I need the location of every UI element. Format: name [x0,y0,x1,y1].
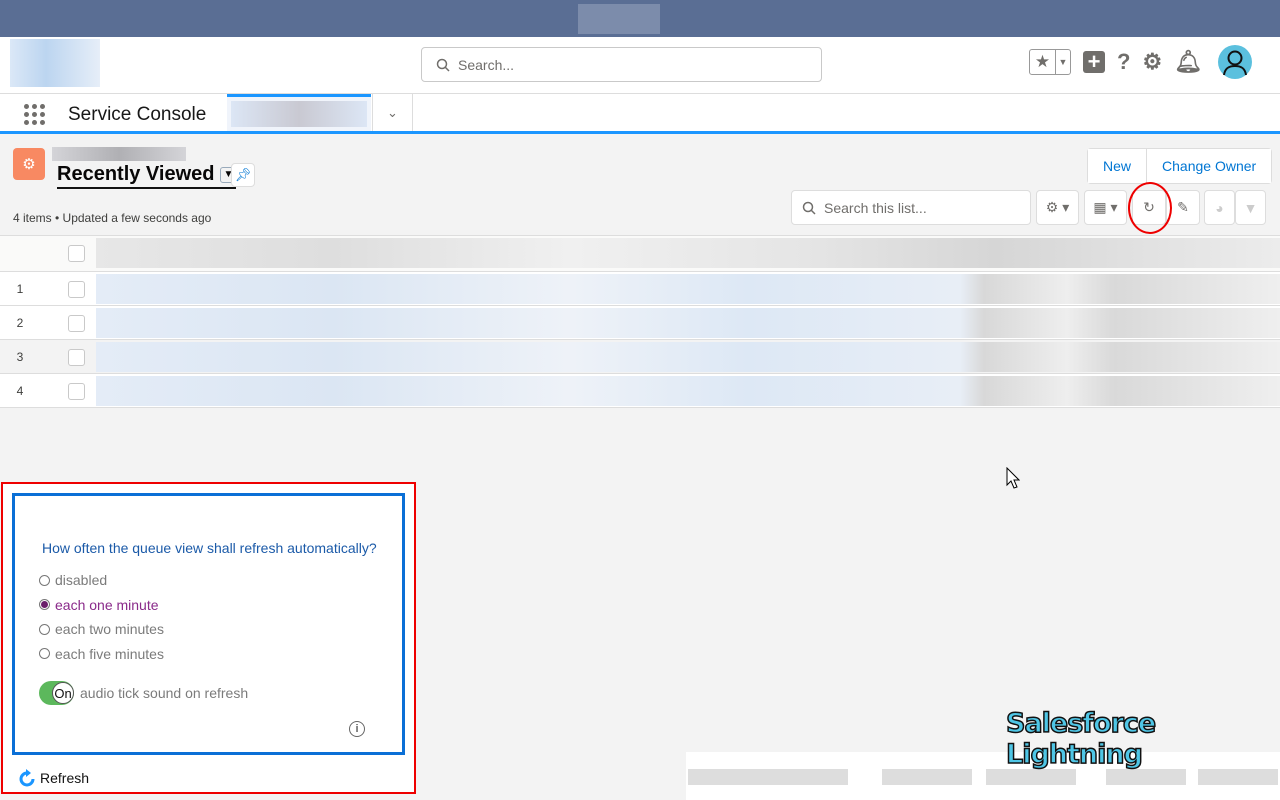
change-owner-button[interactable]: Change Owner [1146,149,1272,183]
nav-menu-chevron-down-icon[interactable]: ⌄ [372,94,413,131]
row-number: 4 [16,384,24,398]
star-icon: ★ [1030,50,1056,74]
row-checkbox[interactable] [68,281,85,298]
redacted-row-data [96,376,1280,406]
search-placeholder: Search... [458,56,515,73]
browser-top-band [0,0,1280,37]
display-as-table-icon[interactable]: ▦ ▾ [1084,190,1127,225]
table-row[interactable]: 1 [0,272,1280,306]
toggle-state: On [52,682,74,704]
org-logo[interactable] [10,39,100,87]
audio-tick-toggle[interactable]: On audio tick sound on refresh [39,681,248,705]
select-all-checkbox[interactable] [68,245,85,262]
row-number: 3 [16,350,24,364]
chevron-down-icon[interactable]: ▼ [1056,50,1070,74]
pin-icon[interactable]: 📌︎ [231,163,255,187]
user-icon [1223,50,1248,76]
chart-icon[interactable]: ◕ [1204,190,1235,225]
radio-each-two-minutes[interactable]: each two minutes [39,617,164,642]
toggle-switch[interactable]: On [39,681,74,705]
auto-refresh-settings: How often the queue view shall refresh a… [12,493,405,755]
radio-icon[interactable] [39,623,50,635]
redacted-tab-label [231,101,367,127]
table-row[interactable]: 2 [0,306,1280,340]
row-checkbox[interactable] [68,349,85,366]
redacted-row-data [96,308,1280,338]
table-row[interactable]: 3 [0,340,1280,374]
refresh-label: Refresh [40,770,90,786]
radio-each-five-minutes[interactable]: each five minutes [39,642,164,667]
favorites-button[interactable]: ★ ▼ [1029,49,1071,75]
new-button[interactable]: New [1088,149,1147,183]
avatar[interactable] [1218,45,1253,79]
refresh-utility-button[interactable]: Refresh [19,769,89,787]
row-number: 1 [16,282,24,296]
list-settings-gear-icon[interactable]: ⚙ ▾ [1036,190,1079,225]
global-header: Search... ★ ▼ + ? ⚙ 🔔︎ [0,37,1280,94]
list-view-header: ⚙ Recently Viewed ▼ 📌︎ 4 items • Updated … [0,137,1280,236]
list-table: 1 2 3 4 [0,236,1280,408]
row-checkbox[interactable] [68,383,85,400]
global-actions-plus-icon[interactable]: + [1083,51,1105,73]
app-launcher-icon[interactable] [24,104,45,125]
search-icon [802,201,816,215]
redacted-row-data [96,274,1280,304]
list-view-selector[interactable]: Recently Viewed ▼ [57,163,237,189]
info-icon[interactable]: i [349,721,365,737]
filter-icon[interactable]: ▼ [1235,190,1266,225]
redacted-row-data [96,342,1280,372]
radio-each-one-minute[interactable]: each one minute [39,593,164,618]
refresh-icon [19,769,35,787]
radio-icon[interactable] [39,574,50,586]
workspace-tab[interactable] [227,94,371,131]
refresh-interval-options: disabled each one minute each two minute… [39,568,164,666]
app-name: Service Console [68,104,207,125]
option-label: each two minutes [55,621,164,638]
list-search-placeholder: Search this list... [824,199,927,216]
gear-icon[interactable]: ⚙ [1142,49,1162,75]
radio-disabled[interactable]: disabled [39,568,164,593]
option-label: each one minute [55,596,159,613]
list-view-title: Recently Viewed [57,163,215,185]
list-meta: 4 items • Updated a few seconds ago [13,211,212,225]
table-row[interactable]: 4 [0,374,1280,408]
bell-icon[interactable]: 🔔︎ [1174,49,1202,75]
refresh-highlight-circle [1128,182,1172,234]
radio-icon[interactable] [39,648,50,660]
redacted-column-headers [96,238,1280,268]
app-nav-bar: Service Console ⌄ [0,94,1280,134]
toggle-label: audio tick sound on refresh [80,685,249,701]
row-number: 2 [16,316,24,330]
redacted-object-name [52,147,186,161]
radio-checked-icon[interactable] [39,599,50,611]
list-search-input[interactable]: Search this list... [791,190,1031,225]
auto-refresh-panel-highlight: How often the queue view shall refresh a… [1,482,416,794]
refresh-question: How often the queue view shall refresh a… [42,540,377,556]
table-header-row [0,236,1280,272]
brand-watermark: Salesforce Lightning [1005,707,1157,771]
search-icon [436,58,450,72]
redacted-area [578,4,660,34]
row-checkbox[interactable] [68,315,85,332]
list-actions: New Change Owner [1087,148,1273,184]
global-search-input[interactable]: Search... [421,47,822,82]
help-icon[interactable]: ? [1117,49,1130,75]
option-label: disabled [55,572,108,589]
mouse-cursor-icon [1006,467,1020,489]
option-label: each five minutes [55,645,164,662]
object-gears-icon: ⚙ [13,148,45,180]
